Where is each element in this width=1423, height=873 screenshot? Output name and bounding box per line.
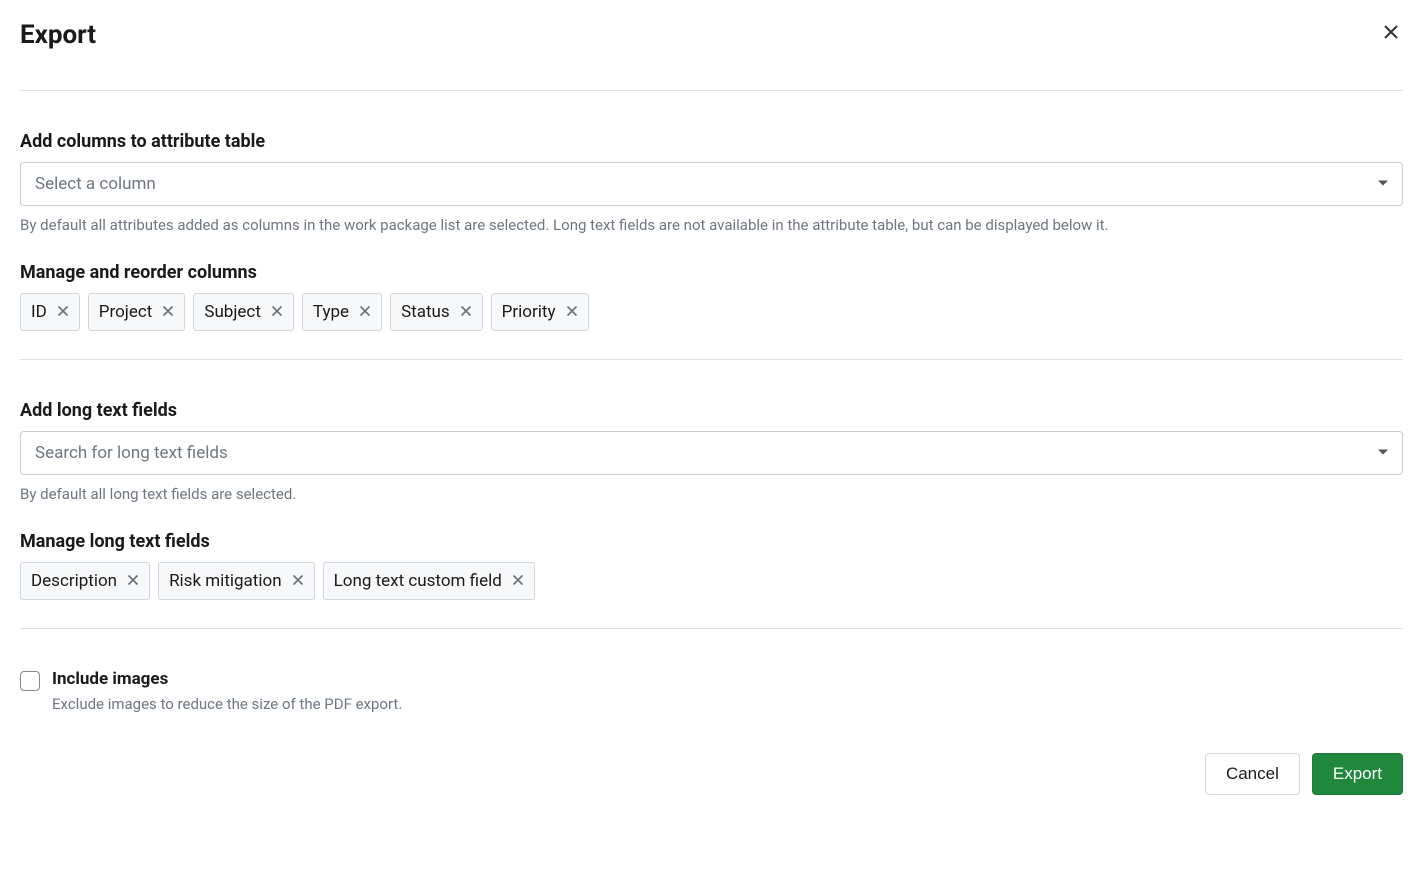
add-columns-help: By default all attributes added as colum… <box>20 216 1403 234</box>
modal-title: Export <box>20 20 96 50</box>
column-chip[interactable]: Status <box>390 293 483 331</box>
chip-label: Type <box>313 302 349 322</box>
export-button[interactable]: Export <box>1312 753 1403 795</box>
close-icon <box>292 574 304 589</box>
close-icon <box>271 305 283 320</box>
chip-remove-button[interactable] <box>512 574 524 589</box>
include-images-checkbox[interactable] <box>20 671 40 691</box>
include-images-label: Include images <box>52 669 402 689</box>
modal-footer: Cancel Export <box>20 753 1403 795</box>
column-select[interactable]: Select a column <box>20 162 1403 206</box>
export-modal: Export Add columns to attribute table Se… <box>20 20 1403 795</box>
close-icon <box>512 574 524 589</box>
longtext-chip[interactable]: Long text custom field <box>323 562 535 600</box>
chip-label: Status <box>401 302 450 322</box>
close-icon <box>460 305 472 320</box>
add-columns-section: Add columns to attribute table Select a … <box>20 131 1403 234</box>
close-icon <box>359 305 371 320</box>
close-icon <box>1383 24 1399 43</box>
longtext-chip[interactable]: Risk mitigation <box>158 562 315 600</box>
longtext-select-placeholder: Search for long text fields <box>20 431 1403 475</box>
close-icon <box>162 305 174 320</box>
longtext-chip[interactable]: Description <box>20 562 150 600</box>
chip-remove-button[interactable] <box>127 574 139 589</box>
column-chip[interactable]: Priority <box>491 293 589 331</box>
column-select-placeholder: Select a column <box>20 162 1403 206</box>
chip-remove-button[interactable] <box>292 574 304 589</box>
section-divider <box>20 359 1403 360</box>
add-longtext-label: Add long text fields <box>20 400 1403 421</box>
add-longtext-section: Add long text fields Search for long tex… <box>20 400 1403 503</box>
manage-columns-section: Manage and reorder columns ID Project Subj… <box>20 262 1403 331</box>
chip-remove-button[interactable] <box>162 305 174 320</box>
chip-remove-button[interactable] <box>57 305 69 320</box>
chip-label: Subject <box>204 302 261 322</box>
longtext-select[interactable]: Search for long text fields <box>20 431 1403 475</box>
chip-remove-button[interactable] <box>271 305 283 320</box>
cancel-button[interactable]: Cancel <box>1205 753 1300 795</box>
manage-longtext-section: Manage long text fields Description Risk … <box>20 531 1403 600</box>
chip-remove-button[interactable] <box>359 305 371 320</box>
close-icon <box>57 305 69 320</box>
column-chip[interactable]: ID <box>20 293 80 331</box>
chip-remove-button[interactable] <box>566 305 578 320</box>
close-icon <box>127 574 139 589</box>
chip-label: Priority <box>502 302 556 322</box>
chip-remove-button[interactable] <box>460 305 472 320</box>
include-images-help: Exclude images to reduce the size of the… <box>52 695 402 713</box>
longtext-chips: Description Risk mitigation Long text cust… <box>20 562 1403 600</box>
add-longtext-help: By default all long text fields are sele… <box>20 485 1403 503</box>
chip-label: Description <box>31 571 117 591</box>
manage-columns-label: Manage and reorder columns <box>20 262 1403 283</box>
chip-label: Long text custom field <box>334 571 502 591</box>
chip-label: ID <box>31 302 47 322</box>
column-chip[interactable]: Subject <box>193 293 294 331</box>
chip-label: Project <box>99 302 153 322</box>
column-chip[interactable]: Type <box>302 293 382 331</box>
column-chips: ID Project Subject Type Status Priority <box>20 293 1403 331</box>
modal-header: Export <box>20 20 1403 91</box>
column-chip[interactable]: Project <box>88 293 186 331</box>
manage-longtext-label: Manage long text fields <box>20 531 1403 552</box>
include-images-section: Include images Exclude images to reduce … <box>20 669 1403 713</box>
chip-label: Risk mitigation <box>169 571 282 591</box>
add-columns-label: Add columns to attribute table <box>20 131 1403 152</box>
close-button[interactable] <box>1379 20 1403 47</box>
section-divider <box>20 628 1403 629</box>
close-icon <box>566 305 578 320</box>
